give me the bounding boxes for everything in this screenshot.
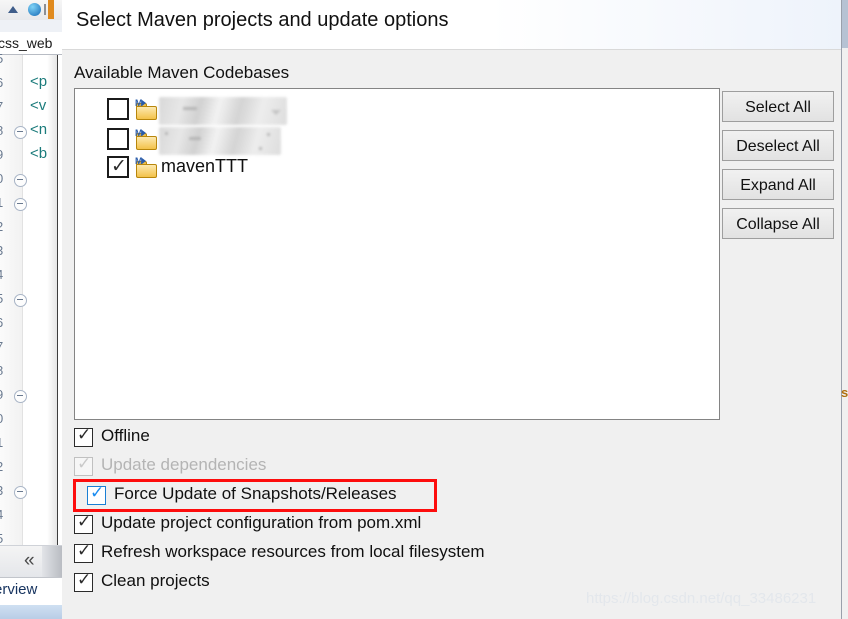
fold-collapse-icon[interactable] <box>14 174 27 187</box>
ide-vertical-scrollbar[interactable] <box>842 0 848 48</box>
bottom-tab-label: erview <box>0 581 38 598</box>
select-all-button[interactable]: Select All <box>722 91 834 122</box>
option-label: Update dependencies <box>101 455 267 474</box>
maven-codebases-tree[interactable]: M M ✓ M mavenTTT <box>74 88 720 420</box>
line-number: 7 <box>0 339 3 354</box>
fold-collapse-icon[interactable] <box>14 198 27 211</box>
scroll-left-icon[interactable]: « <box>24 550 35 572</box>
line-number: 0 <box>0 171 3 186</box>
checkmark-icon: ✓ <box>111 156 127 177</box>
editor-area: 5 6 7 8 9 0 1 2 3 4 5 6 7 8 9 0 1 2 3 4 … <box>0 51 62 546</box>
line-number: 8 <box>0 363 3 378</box>
maven-project-folder-icon: M <box>135 99 157 120</box>
line-number: 4 <box>0 267 3 282</box>
line-number: 4 <box>0 507 3 522</box>
force-update-highlight-box <box>73 479 437 512</box>
toolbar-orange-marker-icon <box>48 0 54 19</box>
line-number: 8 <box>0 123 3 138</box>
line-number: 3 <box>0 243 3 258</box>
tree-row[interactable]: ✓ M mavenTTT <box>75 153 715 187</box>
update-dependencies-checkbox: ✓ <box>74 454 93 476</box>
option-label: Update project configuration from pom.xm… <box>101 513 422 532</box>
line-number: 1 <box>0 435 3 450</box>
ide-text-fragment: s <box>841 385 848 400</box>
line-number: 0 <box>0 411 3 426</box>
checkmark-icon: ✓ <box>77 425 92 444</box>
editor-edge-shadow <box>47 55 57 545</box>
editor-tab-label: css_web <box>0 35 53 51</box>
editor-right-border <box>57 55 58 545</box>
editor-bottom-scroll-bar[interactable]: « <box>0 545 62 578</box>
option-label: Offline <box>101 426 150 445</box>
offline-checkbox[interactable]: ✓ <box>74 425 93 447</box>
ide-status-strip <box>0 605 62 619</box>
refresh-workspace-checkbox[interactable]: ✓ <box>74 541 93 563</box>
fold-collapse-icon[interactable] <box>14 486 27 499</box>
ide-right-border <box>841 0 842 619</box>
dialog-title: Select Maven projects and update options <box>76 9 449 31</box>
line-number: 6 <box>0 75 3 90</box>
line-number: 1 <box>0 195 3 210</box>
update-project-configuration-checkbox[interactable]: ✓ <box>74 512 93 534</box>
scroll-thumb[interactable] <box>42 546 62 578</box>
toolbar-separator-icon <box>44 4 46 15</box>
code-line: <p <box>30 73 48 90</box>
line-number: 2 <box>0 459 3 474</box>
line-number: 9 <box>0 387 3 402</box>
redacted-project-name <box>159 127 281 155</box>
project-checkbox[interactable] <box>107 128 129 150</box>
project-checkbox[interactable]: ✓ <box>107 156 129 178</box>
checkmark-icon: ✓ <box>77 541 92 560</box>
project-name: mavenTTT <box>161 156 249 176</box>
tree-row[interactable]: M <box>75 95 715 129</box>
line-number: 5 <box>0 51 3 66</box>
line-number: 5 <box>0 291 3 306</box>
line-number: 2 <box>0 219 3 234</box>
clean-projects-checkbox[interactable]: ✓ <box>74 570 93 592</box>
available-codebases-label: Available Maven Codebases <box>74 63 290 82</box>
line-number: 3 <box>0 483 3 498</box>
line-number: 6 <box>0 315 3 330</box>
option-label: Clean projects <box>101 571 210 590</box>
fold-collapse-icon[interactable] <box>14 126 27 139</box>
maven-update-dialog: Select Maven projects and update options… <box>62 0 841 619</box>
line-number: 7 <box>0 99 3 114</box>
maven-project-folder-icon: M <box>135 129 157 150</box>
collapse-all-button[interactable]: Collapse All <box>722 208 834 239</box>
project-checkbox[interactable] <box>107 98 129 120</box>
maven-project-folder-icon: M <box>135 157 157 178</box>
expand-all-button[interactable]: Expand All <box>722 169 834 200</box>
checkmark-icon: ✓ <box>77 512 92 531</box>
code-line: <b <box>30 145 48 162</box>
redacted-project-name <box>159 97 287 125</box>
dialog-header: Select Maven projects and update options <box>62 0 841 50</box>
watermark: https://blog.csdn.net/qq_33486231 <box>586 590 817 607</box>
debug-globe-icon[interactable] <box>28 3 41 16</box>
ide-toolbar <box>0 0 62 21</box>
option-label: Refresh workspace resources from local f… <box>101 542 485 561</box>
line-number: 9 <box>0 147 3 162</box>
line-number: 5 <box>0 531 3 546</box>
fold-collapse-icon[interactable] <box>14 294 27 307</box>
deselect-all-button[interactable]: Deselect All <box>722 130 834 161</box>
fold-collapse-icon[interactable] <box>14 390 27 403</box>
editor-tab-css-web[interactable]: css_web <box>0 32 62 55</box>
checkmark-icon: ✓ <box>77 454 92 473</box>
code-line: <n <box>30 121 48 138</box>
checkmark-icon: ✓ <box>77 570 92 589</box>
code-line: <v <box>30 97 47 114</box>
ide-right-edge: s <box>841 0 848 619</box>
bottom-tab-overview[interactable]: erview <box>0 577 62 606</box>
run-arrow-icon[interactable] <box>8 6 18 13</box>
